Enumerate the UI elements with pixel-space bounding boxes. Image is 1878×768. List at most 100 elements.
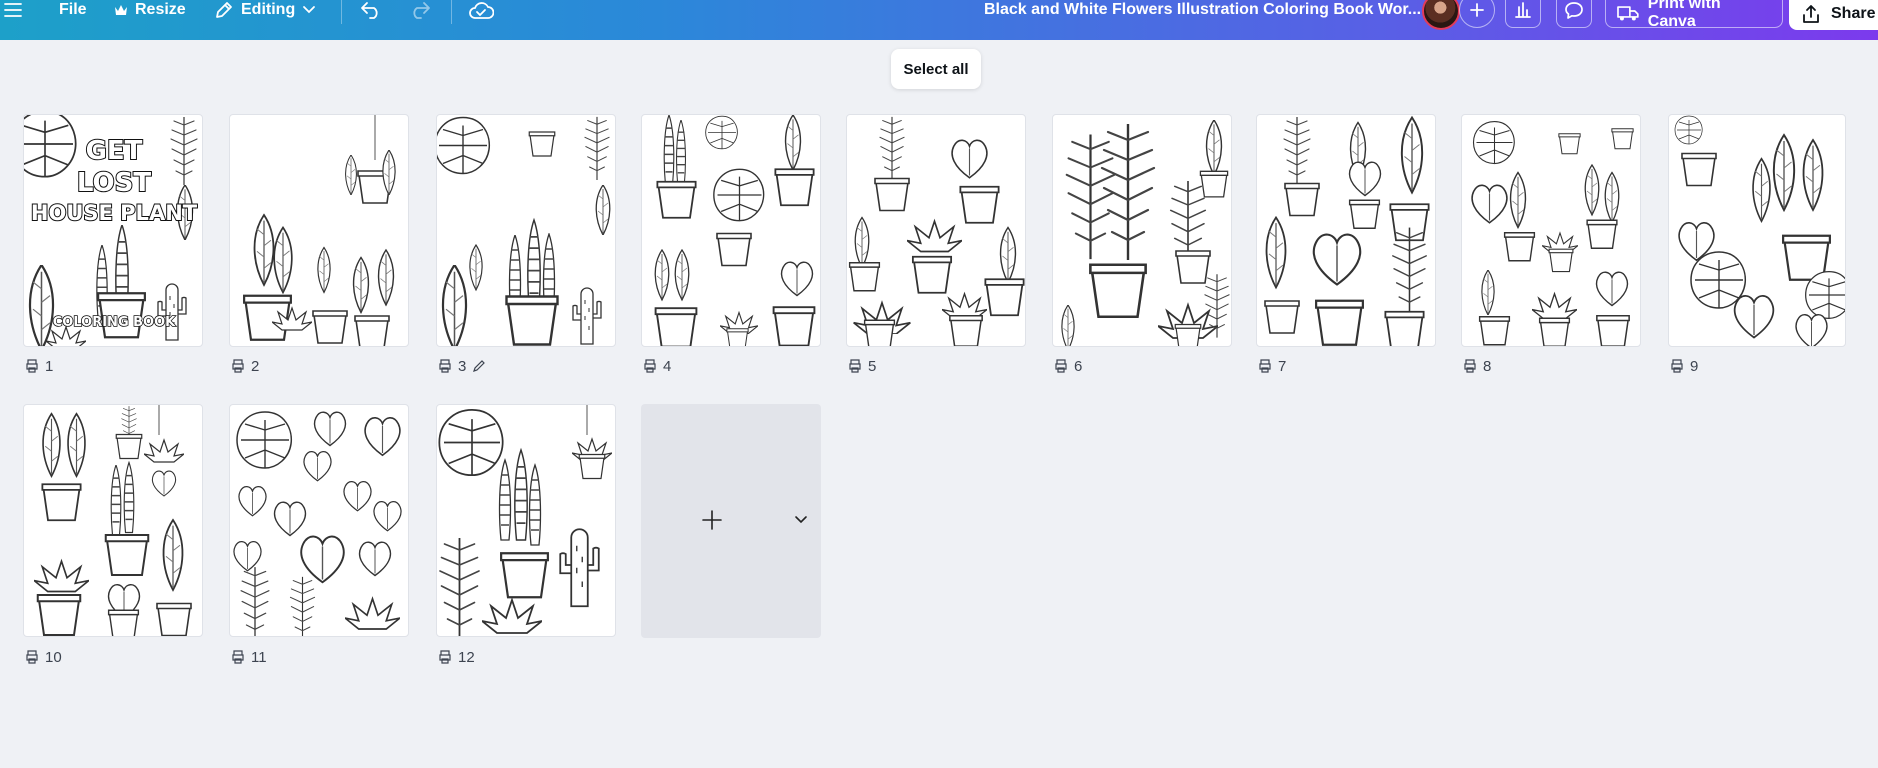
page-number: 3 (458, 357, 467, 375)
pencil-icon[interactable] (472, 359, 486, 373)
printer-icon (1464, 359, 1476, 373)
chevron-down-icon[interactable] (794, 515, 808, 525)
printer-icon (439, 650, 451, 664)
page-label-2: 2 (231, 357, 259, 375)
page-thumbnail-6[interactable] (1052, 114, 1232, 347)
page-number: 5 (868, 357, 877, 375)
page-illustration (34, 405, 192, 636)
printer-icon (849, 359, 861, 373)
printer-icon (1671, 359, 1683, 373)
page-number: 12 (458, 648, 475, 666)
page-number: 4 (663, 357, 672, 375)
crown-icon (115, 5, 127, 15)
page-thumbnail-9[interactable] (1668, 114, 1846, 347)
page-thumbnail-2[interactable] (229, 114, 409, 347)
page-label-9: 9 (1670, 357, 1698, 375)
cover-subtitle: COLORING BOOK (52, 314, 176, 331)
page-number: 1 (45, 357, 54, 375)
page-number: 8 (1483, 357, 1492, 375)
pencil-icon (216, 2, 232, 18)
toolbar-divider (341, 0, 342, 24)
page-illustration (1263, 116, 1430, 346)
page-label-3: 3 (438, 357, 486, 375)
avatar[interactable] (1422, 0, 1460, 30)
add-page-tile[interactable] (641, 404, 821, 638)
cover-title-line: GET (85, 135, 144, 167)
hamburger-menu-icon (4, 3, 22, 17)
insights-button[interactable] (1505, 0, 1541, 28)
page-thumbnail-10[interactable] (23, 404, 203, 637)
resize-label: Resize (135, 1, 186, 18)
top-bar: File Resize Editing Black and White Flow… (0, 0, 1878, 40)
toolbar-divider (451, 0, 452, 24)
redo-button[interactable] (409, 0, 431, 20)
page-illustration (233, 411, 402, 636)
comment-icon (1565, 2, 1583, 19)
page-illustration (437, 116, 611, 346)
truck-icon (1617, 6, 1639, 21)
plus-icon (1470, 3, 1484, 17)
undo-icon (361, 2, 378, 19)
save-status-button[interactable] (468, 0, 494, 20)
page-number: 11 (251, 648, 267, 666)
upload-icon (1803, 5, 1819, 23)
page-illustration (1471, 120, 1634, 346)
bar-chart-icon (1515, 2, 1531, 18)
page-number: 10 (45, 648, 62, 666)
printer-icon (1055, 359, 1067, 373)
page-label-8: 8 (1463, 357, 1491, 375)
file-menu-button[interactable]: File (59, 0, 87, 20)
page-label-11: 11 (231, 648, 267, 666)
page-label-10: 10 (25, 648, 62, 666)
printer-icon (232, 650, 244, 664)
share-label: Share (1831, 5, 1876, 22)
file-label: File (59, 1, 87, 18)
page-illustration (1060, 120, 1230, 346)
add-people-button[interactable] (1459, 0, 1495, 28)
page-label-5: 5 (848, 357, 876, 375)
printer-icon (644, 359, 656, 373)
share-button[interactable]: Share (1789, 0, 1878, 30)
page-number: 2 (251, 357, 260, 375)
page-thumbnail-4[interactable] (641, 114, 821, 347)
page-number: 7 (1278, 357, 1287, 375)
undo-button[interactable] (360, 0, 382, 20)
printer-icon (1259, 359, 1271, 373)
page-thumbnail-8[interactable] (1461, 114, 1641, 347)
printer-icon (26, 650, 38, 664)
page-label-4: 4 (643, 357, 671, 375)
plus-icon[interactable] (702, 510, 722, 530)
page-thumbnail-11[interactable] (229, 404, 409, 637)
main-menu-button[interactable] (4, 0, 22, 20)
page-label-1: 1 (25, 357, 53, 375)
print-with-canva-button[interactable]: Print with Canva (1605, 0, 1783, 30)
page-illustration (848, 116, 1025, 346)
page-illustration (438, 405, 612, 636)
cover-title-line: LOST (76, 167, 152, 199)
page-number: 9 (1690, 357, 1699, 375)
editing-mode-button[interactable]: Editing (214, 0, 316, 20)
redo-icon (413, 2, 430, 19)
page-thumbnail-12[interactable] (436, 404, 616, 637)
printer-icon (26, 359, 38, 373)
page-label-6: 6 (1054, 357, 1082, 375)
page-illustration (1674, 115, 1845, 346)
select-all-button[interactable]: Select all (891, 49, 981, 89)
cover-title-line: HOUSE PLANT (30, 200, 198, 226)
page-illustration (242, 115, 396, 346)
cloud-check-icon (469, 2, 494, 19)
print-label: Print with Canva (1647, 0, 1721, 30)
document-title[interactable]: Black and White Flowers Illustration Col… (984, 0, 1421, 20)
page-label-7: 7 (1258, 357, 1286, 375)
printer-icon (232, 359, 244, 373)
page-thumbnail-5[interactable] (846, 114, 1026, 347)
page-thumbnail-1[interactable]: GET LOST HOUSE PLANT COLORING BOOK (23, 114, 203, 347)
page-illustration (654, 115, 816, 346)
printer-icon (439, 359, 451, 373)
page-thumbnail-3[interactable] (436, 114, 616, 347)
comments-button[interactable] (1556, 0, 1592, 28)
page-number: 6 (1074, 357, 1083, 375)
page-thumbnail-7[interactable] (1256, 114, 1436, 347)
editing-label: Editing (241, 1, 296, 18)
resize-button[interactable]: Resize (114, 0, 186, 20)
